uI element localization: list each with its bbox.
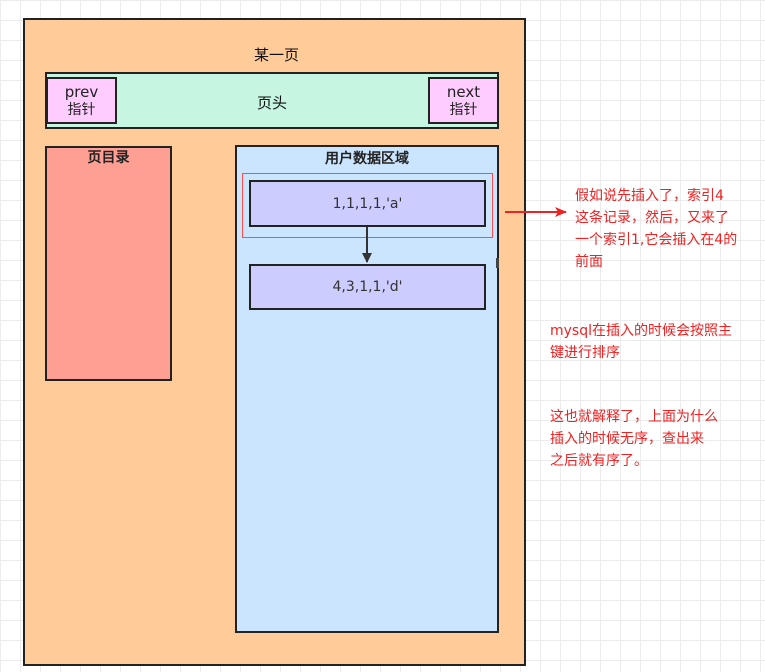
note-2-line: mysql在插入的时候会按照主 [550,323,732,339]
record-2-text: 4,3,1,1,'d' [332,279,403,295]
note-3-line: 这也就解释了，上面为什么 [550,409,718,425]
page-title: 某一页 [253,46,299,64]
record-box-2: 4,3,1,1,'d' [249,264,486,310]
user-area-edge-mark [496,258,499,268]
note-2-line: 键进行排序 [550,345,620,361]
next-pointer-box: next 指针 [428,77,499,124]
note-1-line: 这条记录，然后，又来了 [575,210,729,226]
page-directory-label: 页目录 [87,150,130,166]
page-directory-box [45,146,172,381]
prev-pointer-sub: 指针 [67,101,96,118]
note-3-line: 之后就有序了。 [550,453,648,469]
note-1-line: 前面 [575,254,603,270]
annotation-note-3: 这也就解释了，上面为什么 插入的时候无序，查出来 之后就有序了。 [550,406,718,472]
record-box-1: 1,1,1,1,'a' [249,180,486,227]
annotation-note-2: mysql在插入的时候会按照主 键进行排序 [550,320,732,364]
prev-pointer-name: prev [64,82,99,101]
next-pointer-name: next [446,82,481,101]
prev-pointer-box: prev 指针 [46,77,117,124]
note-1-line: 一个索引1,它会插入在4的 [575,232,738,248]
next-pointer-sub: 指针 [449,101,478,118]
annotation-note-1: 假如说先插入了，索引4 这条记录，然后，又来了 一个索引1,它会插入在4的 前面 [575,185,737,273]
record-1-text: 1,1,1,1,'a' [332,195,403,212]
note-1-line: 假如说先插入了，索引4 [575,188,724,204]
note-3-line: 插入的时候无序，查出来 [550,431,704,447]
user-data-area-label: 用户数据区域 [325,151,409,167]
